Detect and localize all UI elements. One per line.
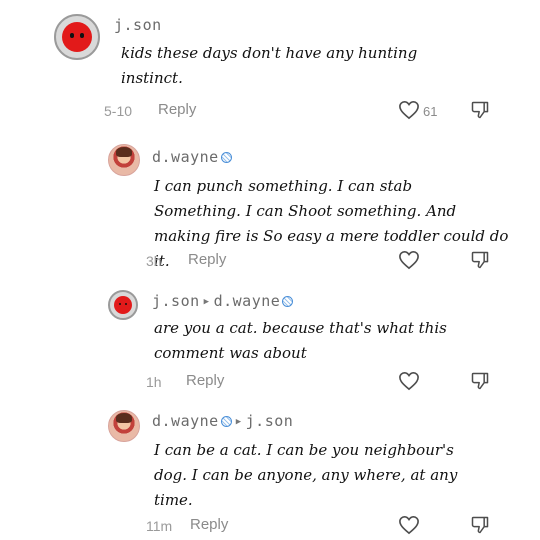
- comment-text: are you a cat. because that's what this …: [154, 319, 447, 362]
- avatar[interactable]: [54, 14, 100, 60]
- heart-outline-icon[interactable]: [398, 515, 420, 535]
- heart-outline-icon[interactable]: [398, 371, 420, 391]
- comment-text: kids these days don't have any hunting i…: [121, 44, 418, 87]
- verified-badge-icon: [282, 296, 294, 307]
- comment-text: I can be a cat. I can be you neighbour's…: [154, 441, 458, 509]
- avatar[interactable]: [108, 290, 138, 320]
- comment-username[interactable]: d.wayne ▶ j.son: [152, 412, 293, 430]
- comment-timestamp: 3h: [146, 253, 162, 269]
- verified-badge-icon: [220, 152, 232, 163]
- verified-badge-icon: [220, 416, 232, 427]
- red-devil-avatar-icon: [62, 22, 92, 52]
- comment-username[interactable]: j.son: [114, 16, 162, 34]
- comment-thread-root: j.son kids these days don't have any hun…: [0, 0, 540, 130]
- comment-timestamp: 1h: [146, 374, 162, 390]
- comment-username[interactable]: d.wayne: [152, 148, 232, 166]
- heart-outline-icon[interactable]: [398, 250, 420, 270]
- reply-button[interactable]: Reply: [188, 251, 226, 268]
- comment-timestamp: 5-10: [104, 103, 133, 119]
- comment-timestamp: 11m: [146, 518, 173, 534]
- reply-button[interactable]: Reply: [186, 372, 224, 389]
- comment-reply: d.wayne ▶ j.son I can be a cat. I can be y…: [0, 400, 540, 540]
- thumbs-down-outline-icon[interactable]: [470, 515, 490, 535]
- red-devil-avatar-icon: [114, 296, 132, 314]
- comment-username[interactable]: j.son ▶ d.wayne: [152, 292, 294, 310]
- comment-reply: j.son ▶ d.wayne are you a cat. because tha…: [0, 278, 540, 400]
- like-count: 61: [423, 104, 438, 119]
- comment-reply: d.wayne I can punch something. I can sta…: [0, 130, 540, 278]
- reply-arrow-icon: ▶: [235, 417, 242, 427]
- reply-button[interactable]: Reply: [190, 516, 228, 533]
- avatar[interactable]: [108, 144, 140, 176]
- thumbs-down-outline-icon[interactable]: [470, 100, 490, 120]
- reply-button[interactable]: Reply: [158, 101, 196, 118]
- avatar[interactable]: [108, 410, 140, 442]
- heart-outline-icon[interactable]: [398, 100, 420, 120]
- reply-arrow-icon: ▶: [203, 297, 210, 307]
- thumbs-down-outline-icon[interactable]: [470, 371, 490, 391]
- thumbs-down-outline-icon[interactable]: [470, 250, 490, 270]
